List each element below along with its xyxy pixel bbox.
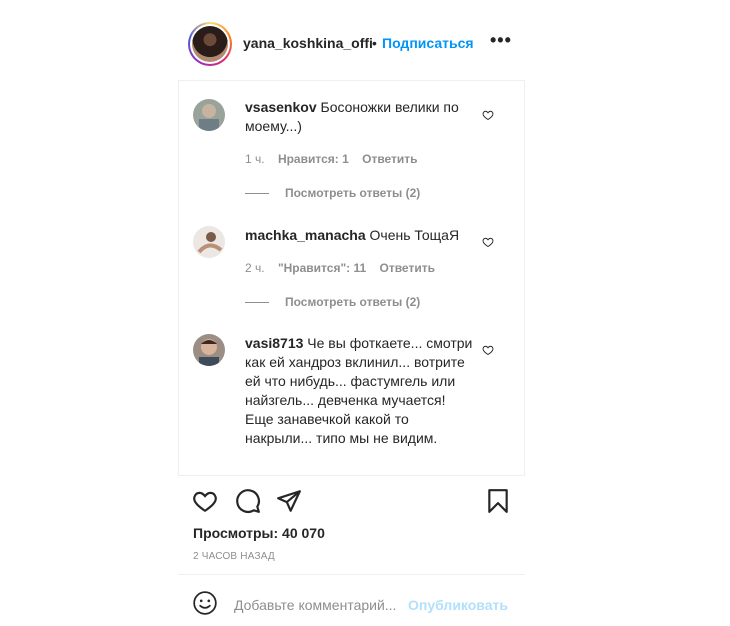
view-replies-button[interactable]: Посмотреть ответы (2)	[245, 186, 420, 200]
author-avatar[interactable]	[188, 22, 232, 66]
heart-icon[interactable]	[192, 488, 218, 517]
view-replies-label: Посмотреть ответы (2)	[285, 295, 421, 309]
follow-button[interactable]: Подписаться	[382, 35, 474, 51]
replies-line	[245, 302, 269, 304]
views-count[interactable]: Просмотры: 40 070	[193, 525, 325, 541]
comment-meta: 1 ч. Нравится: 1 Ответить	[245, 152, 418, 166]
view-replies-button[interactable]: Посмотреть ответы (2)	[245, 295, 420, 309]
commenter-avatar[interactable]	[193, 334, 225, 366]
replies-line	[245, 193, 269, 195]
bookmark-icon[interactable]	[485, 488, 511, 517]
comment-text: vasi8713 Че вы фоткаете... смотри как ей…	[245, 334, 475, 448]
comment-meta: 2 ч. "Нравится": 11 Ответить	[245, 261, 435, 275]
comment-body: Че вы фоткаете... смотри как ей хандроз …	[245, 335, 473, 446]
separator-dot: •	[372, 35, 377, 51]
header-divider	[178, 80, 525, 81]
comment-likes[interactable]: "Нравится": 11	[278, 261, 366, 275]
more-options-icon[interactable]: •••	[490, 30, 512, 51]
reply-button[interactable]: Ответить	[380, 261, 435, 275]
comment-username[interactable]: vsasenkov	[245, 99, 317, 115]
author-username[interactable]: yana_koshkina_offi	[243, 35, 373, 51]
commenter-avatar[interactable]	[193, 99, 225, 131]
comment-username[interactable]: machka_manacha	[245, 227, 366, 243]
panel-right-border	[524, 80, 525, 475]
comment-username[interactable]: vasi8713	[245, 335, 303, 351]
share-icon[interactable]	[276, 488, 302, 517]
like-comment-icon[interactable]	[482, 235, 494, 251]
actions-divider	[178, 475, 525, 476]
comment-likes[interactable]: Нравится: 1	[278, 152, 349, 166]
comment-text: vsasenkov Босоножки велики по моему...)	[245, 98, 475, 136]
comment-body: Очень ТощаЯ	[369, 227, 460, 243]
panel-left-border	[178, 80, 179, 475]
reply-button[interactable]: Ответить	[362, 152, 417, 166]
comment-input[interactable]: Добавьте комментарий...	[234, 597, 396, 613]
smile-icon[interactable]	[192, 590, 218, 619]
comment-time[interactable]: 2 ч.	[245, 261, 265, 275]
commenter-avatar[interactable]	[193, 226, 225, 258]
like-comment-icon[interactable]	[482, 108, 494, 124]
post-time[interactable]: 2 часов назад	[193, 551, 275, 562]
publish-button[interactable]: Опубликовать	[408, 597, 508, 613]
comment-icon[interactable]	[235, 488, 261, 517]
view-replies-label: Посмотреть ответы (2)	[285, 186, 421, 200]
comment-box-divider	[178, 574, 525, 575]
like-comment-icon[interactable]	[482, 343, 494, 359]
comment-text: machka_manacha Очень ТощаЯ	[245, 226, 475, 245]
comment-time[interactable]: 1 ч.	[245, 152, 265, 166]
